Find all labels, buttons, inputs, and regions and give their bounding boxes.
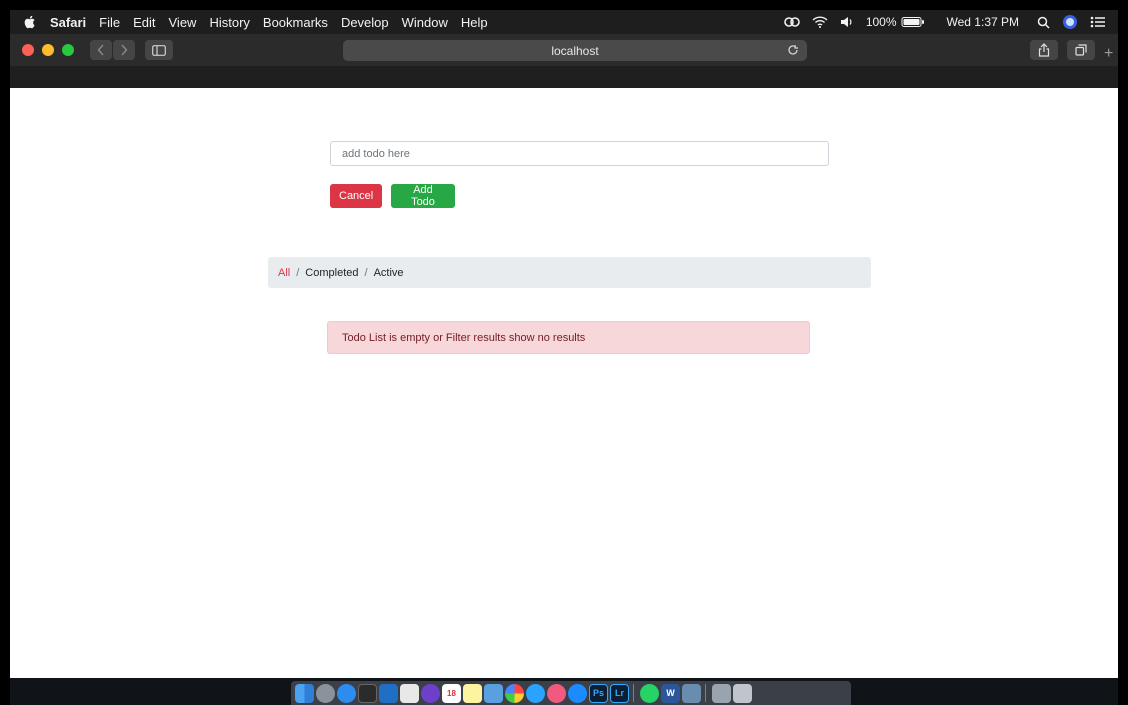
siri-icon[interactable] bbox=[1062, 14, 1078, 30]
alert-message: Todo List is empty or Filter results sho… bbox=[342, 331, 586, 344]
window-close-button[interactable] bbox=[22, 44, 34, 56]
chevron-right-icon bbox=[121, 44, 128, 56]
menu-history[interactable]: History bbox=[209, 15, 249, 30]
tab-bar bbox=[10, 66, 1118, 88]
whatsapp-icon[interactable] bbox=[640, 683, 659, 703]
apple-icon[interactable] bbox=[22, 14, 38, 30]
dock-divider bbox=[633, 684, 634, 702]
folder-icon[interactable] bbox=[682, 683, 701, 703]
empty-list-alert: Todo List is empty or Filter results sho… bbox=[327, 321, 810, 354]
finder-icon[interactable] bbox=[295, 683, 314, 703]
launchpad-icon[interactable] bbox=[316, 683, 335, 703]
battery-percent[interactable]: 100% bbox=[866, 15, 897, 29]
filter-breadcrumb: All / Completed / Active bbox=[268, 257, 871, 288]
notification-center-icon[interactable] bbox=[1090, 16, 1106, 28]
menu-file[interactable]: File bbox=[99, 15, 120, 30]
tabs-overview-icon bbox=[1075, 44, 1087, 56]
app-store-icon[interactable] bbox=[568, 683, 587, 703]
show-tabs-button[interactable] bbox=[1067, 40, 1095, 60]
window-zoom-button[interactable] bbox=[62, 44, 74, 56]
spotlight-search-icon[interactable] bbox=[1037, 16, 1050, 29]
creative-cloud-icon[interactable] bbox=[784, 16, 800, 28]
macos-menu-bar: Safari File Edit View History Bookmarks … bbox=[10, 10, 1118, 34]
share-icon bbox=[1038, 43, 1050, 57]
photos-icon[interactable] bbox=[505, 683, 524, 703]
filter-separator: / bbox=[296, 266, 300, 279]
menu-develop[interactable]: Develop bbox=[341, 15, 389, 30]
github-desktop-icon[interactable] bbox=[421, 683, 440, 703]
cancel-button[interactable]: Cancel bbox=[330, 184, 382, 208]
new-tab-button[interactable]: + bbox=[1104, 44, 1118, 64]
downloads-stack-icon[interactable] bbox=[712, 683, 731, 703]
menu-view[interactable]: View bbox=[169, 15, 197, 30]
menu-window[interactable]: Window bbox=[402, 15, 448, 30]
clock[interactable]: Wed 1:37 PM bbox=[947, 15, 1019, 29]
dock-divider bbox=[705, 684, 706, 702]
wifi-icon[interactable] bbox=[812, 16, 828, 28]
filter-completed-link[interactable]: Completed bbox=[305, 267, 358, 279]
battery-icon[interactable] bbox=[901, 16, 925, 28]
photoshop-icon[interactable]: Ps bbox=[589, 683, 608, 703]
web-page: Cancel Add Todo All / Completed / Active… bbox=[10, 88, 1118, 678]
terminal-icon[interactable] bbox=[358, 683, 377, 703]
trash-icon[interactable] bbox=[733, 683, 752, 703]
filter-active-link[interactable]: Active bbox=[374, 267, 404, 279]
word-icon[interactable]: W bbox=[661, 683, 680, 703]
filter-all-link[interactable]: All bbox=[278, 267, 290, 279]
filter-separator: / bbox=[364, 266, 368, 279]
back-button[interactable] bbox=[90, 40, 112, 60]
messages-icon[interactable] bbox=[526, 683, 545, 703]
lightroom-icon[interactable]: Lr bbox=[610, 683, 629, 703]
address-bar-url: localhost bbox=[551, 43, 599, 58]
menu-help[interactable]: Help bbox=[461, 15, 488, 30]
macos-dock: 18 Ps Lr W bbox=[291, 681, 851, 705]
chevron-left-icon bbox=[97, 44, 104, 56]
sidebar-toggle-button[interactable] bbox=[145, 40, 173, 60]
window-minimize-button[interactable] bbox=[42, 44, 54, 56]
menu-edit[interactable]: Edit bbox=[133, 15, 155, 30]
sidebar-icon bbox=[152, 44, 166, 56]
share-button[interactable] bbox=[1030, 40, 1058, 60]
volume-icon[interactable] bbox=[840, 16, 854, 28]
itunes-icon[interactable] bbox=[547, 683, 566, 703]
reload-icon[interactable] bbox=[787, 44, 799, 59]
menu-app-name[interactable]: Safari bbox=[50, 15, 86, 30]
add-todo-button[interactable]: Add Todo bbox=[391, 184, 455, 208]
forward-button[interactable] bbox=[113, 40, 135, 60]
notes-icon[interactable] bbox=[463, 683, 482, 703]
postman-icon[interactable] bbox=[400, 683, 419, 703]
safari-icon[interactable] bbox=[337, 683, 356, 703]
browser-toolbar: localhost + bbox=[10, 34, 1118, 66]
vscode-icon[interactable] bbox=[379, 683, 398, 703]
address-bar[interactable]: localhost bbox=[343, 40, 807, 61]
menu-bookmarks[interactable]: Bookmarks bbox=[263, 15, 328, 30]
preview-icon[interactable] bbox=[484, 683, 503, 703]
calendar-icon[interactable]: 18 bbox=[442, 683, 461, 703]
todo-input[interactable] bbox=[330, 141, 829, 166]
